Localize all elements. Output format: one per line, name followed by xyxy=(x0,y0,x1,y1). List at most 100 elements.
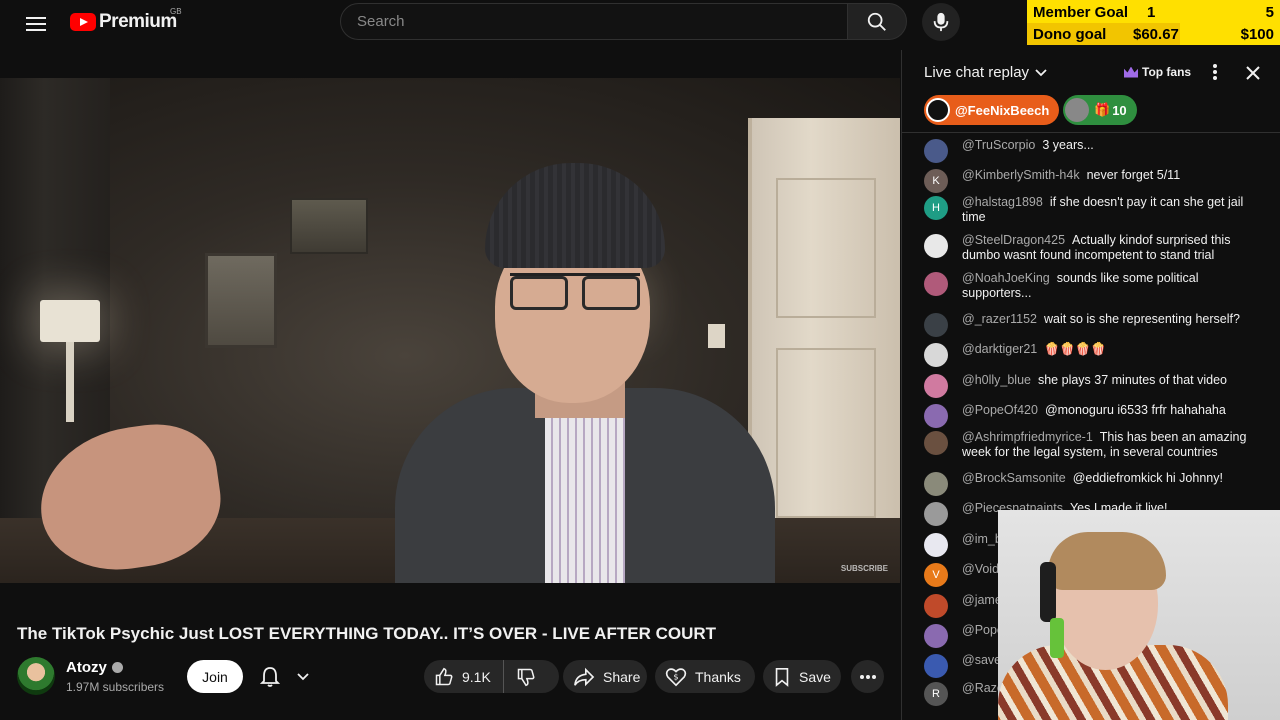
chat-author[interactable]: @BrockSamsonite xyxy=(962,471,1066,485)
avatar[interactable] xyxy=(924,343,948,367)
avatar[interactable]: V xyxy=(924,563,948,587)
avatar[interactable] xyxy=(924,624,948,648)
chat-author[interactable]: @NoahJoeKing xyxy=(962,271,1050,285)
avatar[interactable]: H xyxy=(924,196,948,220)
more-horizontal-icon xyxy=(859,674,876,679)
share-label: Share xyxy=(603,668,641,685)
chat-message-text: @NoahJoeKing sounds like some political s… xyxy=(962,271,1262,301)
chat-author[interactable]: @jame xyxy=(962,593,1002,607)
subscribe-watermark[interactable]: SUBSCRIBE xyxy=(841,564,888,573)
chat-title: Live chat replay xyxy=(924,64,1030,81)
bookmark-icon xyxy=(775,667,789,687)
gift-icon: 🎁 xyxy=(1094,102,1111,117)
avatar[interactable] xyxy=(924,502,948,526)
chat-message-text: @BrockSamsonite @eddiefromkick hi Johnny! xyxy=(962,471,1262,486)
thanks-button[interactable]: $ Thanks xyxy=(655,660,755,693)
pinned-chip-gift-count[interactable]: 🎁 10 xyxy=(1063,95,1137,125)
chat-author[interactable]: @h0lly_blue xyxy=(962,373,1031,387)
chat-mode-selector[interactable]: Live chat replay xyxy=(924,64,1048,81)
dono-goal-label: Dono goal xyxy=(1033,25,1107,43)
chat-author[interactable]: @darktiger21 xyxy=(962,342,1037,356)
avatar[interactable] xyxy=(924,139,948,163)
member-goal-row: Member Goal 1 5 xyxy=(1027,1,1280,23)
save-label: Save xyxy=(799,668,831,685)
avatar[interactable] xyxy=(924,272,948,296)
like-dislike-group: 9.1K xyxy=(424,660,559,693)
join-button[interactable]: Join xyxy=(187,660,243,693)
voice-search-button[interactable] xyxy=(922,3,960,41)
avatar[interactable] xyxy=(924,313,948,337)
share-icon xyxy=(574,667,595,686)
search-input[interactable] xyxy=(357,13,847,30)
menu-icon[interactable] xyxy=(20,8,52,40)
avatar[interactable] xyxy=(924,533,948,557)
chat-message-text: @PopeOf420 @monoguru i6533 frfr hahahaha xyxy=(962,403,1262,418)
avatar[interactable] xyxy=(924,404,948,428)
dono-goal-row: Dono goal $60.67 $100 xyxy=(1027,23,1280,45)
avatar[interactable]: K xyxy=(924,169,948,193)
chat-body: 3 years... xyxy=(1042,138,1094,152)
channel-name-row[interactable]: Atozy xyxy=(66,659,123,676)
gift-count: 10 xyxy=(1112,102,1127,118)
video-player[interactable]: SUBSCRIBE xyxy=(0,78,900,583)
chat-close-button[interactable] xyxy=(1242,62,1264,84)
avatar[interactable] xyxy=(924,431,948,455)
pinned-chip-feenixbeech[interactable]: @FeeNixBeech xyxy=(924,95,1060,125)
chevron-down-icon xyxy=(1035,68,1047,76)
channel-name[interactable]: Atozy xyxy=(66,659,107,676)
avatar xyxy=(926,98,950,122)
chat-body: @monoguru i6533 frfr hahahaha xyxy=(1044,403,1226,417)
chat-author[interactable]: @TruScorpio xyxy=(962,138,1035,152)
chat-more-button[interactable] xyxy=(1208,62,1222,82)
channel-avatar[interactable] xyxy=(17,657,55,695)
save-button[interactable]: Save xyxy=(763,660,841,693)
verified-icon xyxy=(111,662,123,673)
logo-text: Premium xyxy=(99,11,177,32)
avatar[interactable] xyxy=(924,374,948,398)
chat-author[interactable]: @halstag1898 xyxy=(962,195,1043,209)
chat-message-text: @halstag1898 if she doesn't pay it can sh… xyxy=(962,195,1262,225)
search-icon xyxy=(867,12,886,31)
like-button[interactable]: 9.1K xyxy=(424,660,504,693)
crown-icon xyxy=(1124,66,1138,78)
like-count: 9.1K xyxy=(462,668,491,685)
chat-message-text: @Ashrimpfriedmyrice-1 This has been an am… xyxy=(962,430,1262,460)
avatar[interactable]: R xyxy=(924,682,948,706)
avatar xyxy=(1065,98,1089,122)
more-actions-button[interactable] xyxy=(851,660,884,693)
share-button[interactable]: Share xyxy=(563,660,647,693)
chat-author[interactable]: @PopeOf420 xyxy=(962,403,1038,417)
chat-message-text: @SteelDragon425 Actually kindof surprised… xyxy=(962,233,1262,263)
member-goal-label: Member Goal xyxy=(1033,3,1129,21)
thanks-label: Thanks xyxy=(695,668,741,685)
search-box[interactable] xyxy=(340,3,848,40)
country-code: GB xyxy=(170,7,182,16)
search-button[interactable] xyxy=(847,3,907,40)
chat-author[interactable]: @im_b xyxy=(962,532,1002,546)
chat-message-text: @TruScorpio 3 years... xyxy=(962,138,1262,153)
notification-bell-button[interactable] xyxy=(254,660,318,693)
top-fans-button[interactable]: Top fans xyxy=(1124,62,1191,82)
chat-author[interactable]: @Ashrimpfriedmyrice-1 xyxy=(962,430,1093,444)
chat-author[interactable]: @KimberlySmith-h4k xyxy=(962,168,1080,182)
chevron-down-icon xyxy=(297,672,309,680)
chat-body: she plays 37 minutes of that video xyxy=(1037,373,1227,387)
microphone-icon xyxy=(933,12,949,32)
chat-author[interactable]: @Void xyxy=(962,562,999,576)
dono-goal-current: $60.67 xyxy=(1133,25,1179,43)
chat-body: wait so is she representing herself? xyxy=(1044,312,1240,326)
chat-message-text: @h0lly_blue she plays 37 minutes of that … xyxy=(962,373,1262,388)
pinned-chip-label: @FeeNixBeech xyxy=(955,102,1050,118)
chat-author[interactable]: @SteelDragon425 xyxy=(962,233,1065,247)
youtube-premium-logo[interactable]: Premium GB xyxy=(70,7,182,34)
avatar[interactable] xyxy=(924,594,948,618)
dislike-button[interactable] xyxy=(504,667,548,687)
avatar[interactable] xyxy=(924,654,948,678)
dono-goal-target: $100 xyxy=(1240,25,1274,43)
chat-author[interactable]: @_razer1152 xyxy=(962,312,1037,326)
subscriber-count: 1.97M subscribers xyxy=(66,680,165,694)
chat-divider xyxy=(902,132,1280,133)
avatar[interactable] xyxy=(924,472,948,496)
avatar[interactable] xyxy=(924,234,948,258)
chat-author[interactable]: @save xyxy=(962,653,1001,667)
